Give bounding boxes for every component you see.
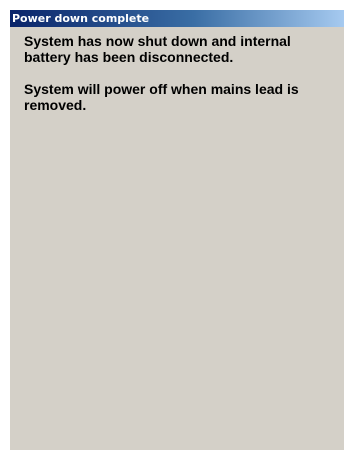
dialog-content: System has now shut down and internal ba… xyxy=(10,27,344,113)
power-down-dialog: Power down complete System has now shut … xyxy=(10,10,344,450)
shutdown-message: System has now shut down and internal ba… xyxy=(24,33,291,65)
power-off-message: System will power off when mains lead is… xyxy=(24,81,299,113)
dialog-title-bar: Power down complete xyxy=(10,10,344,27)
dialog-title: Power down complete xyxy=(12,12,150,25)
